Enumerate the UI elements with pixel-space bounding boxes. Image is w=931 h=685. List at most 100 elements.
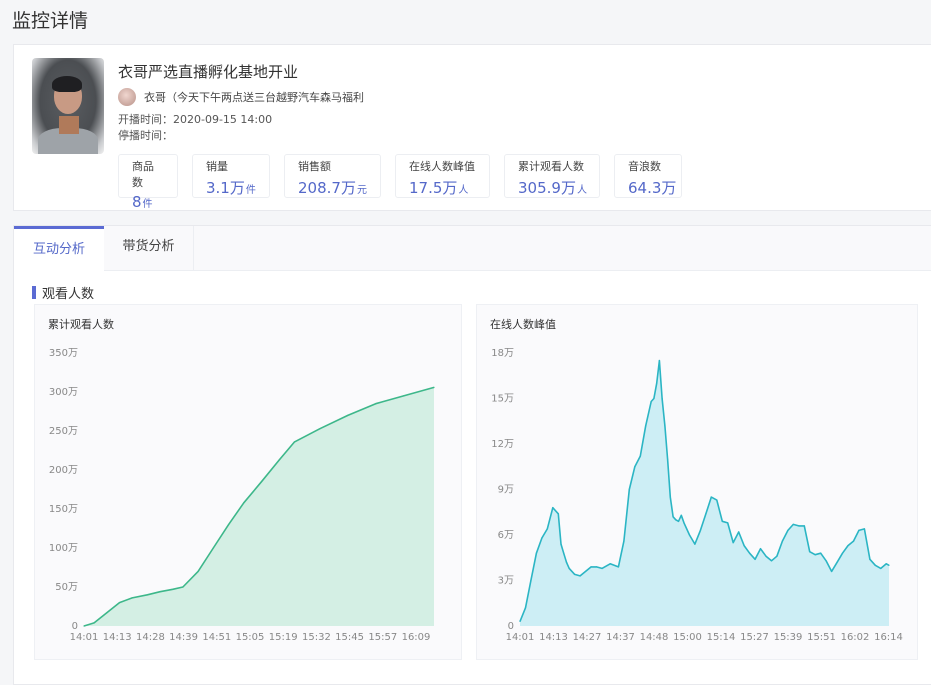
stat-sound-waves: 音浪数 64.3万 — [614, 154, 682, 198]
end-time-label: 停播时间： — [118, 129, 173, 142]
anchor-row: 衣哥（今天下午两点送三台越野汽车森马福利 — [118, 88, 364, 106]
data-point — [83, 625, 85, 627]
cumulative-viewers-chart: 0 50万 100万 150万 200万 250万 300万 350万 14:01 14:13 14… — [49, 348, 435, 643]
section-title: 观看人数 — [32, 283, 94, 302]
x-tick-label: 14:28 — [136, 632, 165, 643]
data-point — [639, 455, 641, 457]
y-tick-label: 15万 — [491, 394, 514, 405]
stat-sales-volume: 销量 3.1万件 — [192, 154, 270, 198]
stat-label: 在线人数峰值 — [409, 160, 475, 173]
data-point — [653, 397, 655, 400]
live-cover-image — [32, 58, 104, 154]
data-point — [776, 555, 778, 557]
x-tick-label: 15:57 — [368, 632, 397, 643]
tab-bar: 互动分析 带货分析 — [14, 226, 931, 272]
data-point — [645, 425, 647, 427]
data-point — [106, 612, 108, 614]
data-point — [732, 542, 734, 544]
stat-unit: 人 — [576, 185, 587, 196]
data-point — [601, 567, 603, 569]
data-point — [669, 496, 671, 498]
data-point — [623, 540, 625, 542]
data-point — [672, 516, 674, 518]
y-tick-label: 200万 — [49, 465, 78, 476]
data-point — [609, 563, 611, 565]
data-point — [716, 499, 718, 501]
x-tick-label: 14:39 — [169, 632, 198, 643]
data-point — [863, 528, 865, 530]
data-point — [650, 400, 652, 403]
data-point — [563, 552, 565, 554]
anchor-avatar — [118, 88, 136, 106]
data-point — [524, 607, 527, 609]
data-point — [546, 528, 548, 530]
data-point — [560, 543, 562, 545]
data-point — [667, 458, 669, 460]
data-point — [749, 552, 751, 554]
stat-label: 累计观看人数 — [518, 160, 584, 173]
data-point — [568, 567, 570, 569]
x-tick-label: 15:51 — [807, 632, 836, 643]
x-tick-label: 14:37 — [606, 632, 635, 643]
data-point — [243, 502, 245, 504]
stats-row: 商品数 8件 销量 3.1万件 销售额 208.7万元 在线人数峰值 17.5万… — [118, 154, 696, 211]
data-point — [803, 525, 805, 527]
stat-value: 305.9万 — [518, 179, 576, 197]
stat-peak-online: 在线人数峰值 17.5万人 — [395, 154, 490, 198]
data-point — [172, 588, 174, 590]
data-point — [792, 523, 794, 525]
x-tick-label: 15:32 — [302, 632, 331, 643]
data-point — [656, 382, 658, 384]
data-point — [743, 545, 745, 547]
stat-value: 208.7万 — [298, 179, 356, 197]
data-point — [852, 540, 855, 542]
data-point — [634, 466, 636, 468]
data-point — [131, 597, 133, 599]
data-point — [182, 586, 184, 588]
data-point — [869, 558, 871, 560]
data-point — [347, 414, 349, 416]
data-point — [885, 563, 887, 565]
analysis-panel: 互动分析 带货分析 观看人数 0 50万 100万 150万 200万 250万 300万 3… — [13, 225, 931, 685]
x-tick-label: 14:51 — [202, 632, 231, 643]
data-point — [565, 561, 568, 563]
stat-label: 音浪数 — [628, 160, 661, 173]
end-time-row: 停播时间： — [118, 127, 173, 143]
data-point — [680, 514, 682, 516]
data-point — [809, 551, 811, 553]
stat-label: 销量 — [206, 160, 228, 173]
data-point — [880, 567, 882, 569]
data-point — [519, 620, 521, 622]
data-point — [694, 543, 696, 545]
peak-online-chart-card: 0 3万 6万 9万 12万 15万 18万 14:01 14:13 14:27 14:37 14:4… — [476, 304, 918, 660]
data-point — [228, 524, 230, 526]
tab-sales-analysis[interactable]: 带货分析 — [104, 226, 194, 271]
stat-value: 64.3万 — [628, 179, 677, 197]
tab-interaction-analysis[interactable]: 互动分析 — [14, 226, 104, 272]
series-area — [84, 387, 434, 626]
data-point — [260, 481, 263, 483]
data-point — [874, 564, 876, 566]
y-tick-label: 0 — [508, 621, 514, 632]
y-tick-label: 0 — [72, 621, 78, 632]
x-tick-label: 16:14 — [874, 632, 903, 643]
data-point — [754, 558, 756, 560]
stat-sales-amount: 销售额 208.7万元 — [284, 154, 381, 198]
data-point — [688, 534, 691, 536]
stat-product-count: 商品数 8件 — [118, 154, 178, 211]
data-point — [677, 520, 680, 522]
page-title: 监控详情 — [12, 10, 89, 32]
x-tick-label: 15:45 — [335, 632, 364, 643]
data-point — [727, 522, 729, 524]
data-point — [721, 520, 723, 522]
section-marker — [32, 286, 36, 299]
data-point — [590, 566, 592, 568]
stat-value: 3.1万 — [206, 179, 245, 197]
data-point — [825, 560, 827, 562]
x-tick-label: 15:39 — [774, 632, 803, 643]
stat-unit: 件 — [245, 185, 256, 196]
data-point — [159, 591, 161, 593]
start-time-value: 2020-09-15 14:00 — [173, 113, 273, 126]
data-point — [628, 488, 630, 491]
x-tick-label: 15:14 — [707, 632, 736, 643]
